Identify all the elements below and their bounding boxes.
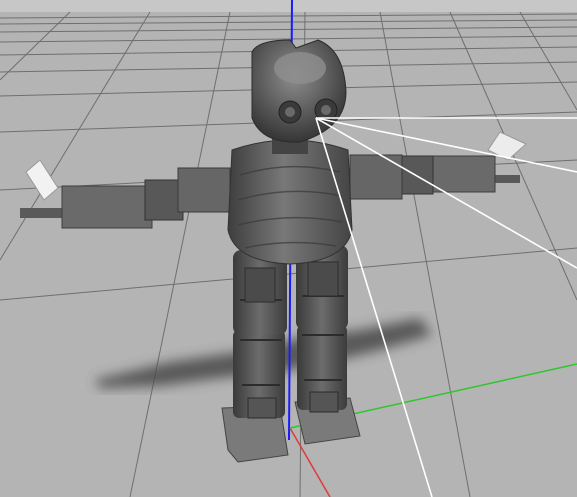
- 3d-viewport[interactable]: [0, 0, 577, 497]
- face-visor: [274, 52, 326, 84]
- scene-canvas[interactable]: [0, 0, 577, 497]
- left-elbow-servo: [144, 179, 184, 221]
- sky-band: [0, 0, 577, 12]
- left-knee-servo: [244, 267, 276, 303]
- left-ankle-servo: [247, 397, 277, 419]
- right-ankle-servo: [309, 391, 339, 413]
- left-upper-arm: [177, 167, 231, 213]
- right-upper-arm: [349, 154, 403, 200]
- right-knee-servo: [307, 261, 339, 297]
- left-forearm: [61, 185, 153, 229]
